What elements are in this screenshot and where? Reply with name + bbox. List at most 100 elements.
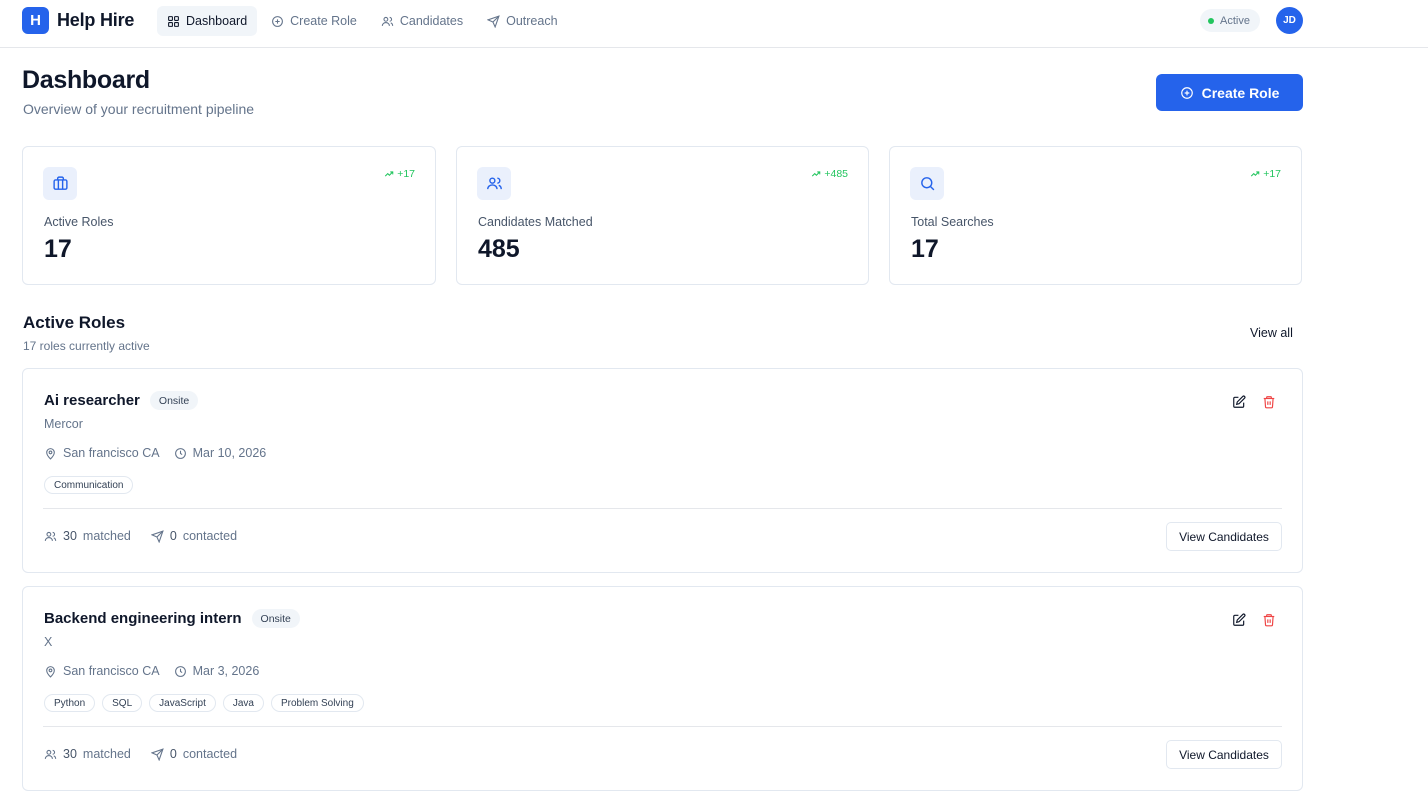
status-badge: Active: [1200, 9, 1260, 32]
avatar[interactable]: JD: [1276, 7, 1303, 34]
users-icon: [381, 15, 394, 28]
stat-card-total-searches: +17 Total Searches 17: [889, 146, 1302, 285]
role-stats: 30 matched 0 contacted: [44, 529, 237, 543]
search-icon: [910, 167, 944, 200]
role-title[interactable]: Ai researcher: [44, 392, 140, 409]
plus-circle-icon: [1180, 86, 1194, 100]
nav-label: Dashboard: [186, 14, 248, 28]
role-meta: San francisco CA Mar 3, 2026: [44, 664, 259, 678]
briefcase-icon: [43, 167, 77, 200]
contacted-label: contacted: [182, 529, 238, 543]
stat-trend-value: +17: [397, 168, 415, 180]
divider: [43, 726, 1282, 727]
stat-trend-value: +485: [824, 168, 848, 180]
role-meta: San francisco CA Mar 10, 2026: [44, 446, 266, 460]
role-card: Backend engineering intern Onsite X San …: [22, 586, 1303, 791]
trash-icon[interactable]: [1262, 395, 1276, 409]
view-candidates-button[interactable]: View Candidates: [1166, 740, 1282, 769]
map-pin-icon: [44, 665, 57, 678]
send-icon: [150, 529, 164, 543]
section-title: Active Roles: [23, 313, 126, 332]
brand-name: Help Hire: [57, 10, 135, 30]
stat-trend: +17: [1250, 168, 1281, 180]
trending-up-icon: [384, 169, 394, 179]
view-candidates-button[interactable]: View Candidates: [1166, 522, 1282, 551]
nav-item-candidates[interactable]: Candidates: [371, 6, 473, 36]
status-label: Active: [1220, 14, 1250, 27]
work-type-badge: Onsite: [149, 391, 199, 410]
nav-item-dashboard[interactable]: Dashboard: [157, 6, 258, 36]
stat-label: Total Searches: [911, 215, 994, 229]
role-stats: 30 matched 0 contacted: [44, 747, 237, 761]
contacted-count: 0 contacted: [150, 747, 238, 761]
role-title[interactable]: Backend engineering intern: [44, 610, 242, 627]
trash-icon[interactable]: [1262, 613, 1276, 627]
users-icon: [477, 167, 511, 200]
stat-card-candidates-matched: +485 Candidates Matched 485: [456, 146, 869, 285]
skill-tag: JavaScript: [149, 694, 216, 712]
stat-value: 485: [478, 235, 520, 263]
role-card: Ai researcher Onsite Mercor San francisc…: [22, 368, 1303, 573]
card-actions: [1232, 395, 1276, 409]
role-location-text: San francisco CA: [63, 446, 160, 460]
stat-trend: +17: [384, 168, 415, 180]
edit-icon[interactable]: [1232, 613, 1246, 627]
role-location: San francisco CA: [44, 446, 160, 460]
top-navbar: H Help Hire Dashboard Create Role Candid…: [0, 0, 1428, 48]
grid-icon: [167, 15, 180, 28]
matched-count: 30 matched: [44, 747, 131, 761]
stat-value: 17: [44, 235, 72, 263]
work-type-badge: Onsite: [251, 609, 300, 628]
skill-tag: Java: [222, 694, 264, 712]
brand[interactable]: H Help Hire: [22, 7, 134, 34]
skill-tag: SQL: [102, 694, 143, 712]
stat-value: 17: [911, 235, 939, 263]
role-title-row: Ai researcher Onsite: [44, 391, 199, 410]
page-subtitle: Overview of your recruitment pipeline: [23, 101, 255, 117]
stat-label: Candidates Matched: [478, 215, 593, 229]
role-title-row: Backend engineering intern Onsite: [44, 609, 300, 628]
map-pin-icon: [44, 447, 57, 460]
view-all-button[interactable]: View all: [1240, 322, 1303, 344]
skill-tag: Python: [44, 694, 96, 712]
users-icon: [44, 530, 57, 543]
stat-card-active-roles: +17 Active Roles 17: [22, 146, 436, 285]
contacted-count: 0 contacted: [150, 529, 238, 543]
trending-up-icon: [811, 169, 821, 179]
skills-list: Communication: [44, 476, 134, 494]
skill-tag: Communication: [44, 476, 134, 494]
status-dot-icon: [1208, 17, 1214, 24]
matched-number: 30: [63, 529, 77, 543]
nav-item-outreach[interactable]: Outreach: [477, 6, 567, 36]
role-date: Mar 10, 2026: [174, 446, 266, 460]
stat-trend-value: +17: [1263, 168, 1281, 180]
clock-icon: [174, 447, 187, 460]
role-company: Mercor: [44, 417, 83, 431]
section-subtitle: 17 roles currently active: [23, 339, 150, 353]
stat-trend: +485: [811, 168, 848, 180]
create-role-label: Create Role: [1201, 84, 1280, 101]
skills-list: Python SQL JavaScript Java Problem Solvi…: [44, 694, 364, 712]
trending-up-icon: [1250, 169, 1260, 179]
matched-label: matched: [82, 529, 131, 543]
contacted-label: contacted: [182, 747, 238, 761]
role-company: X: [44, 635, 53, 649]
role-location-text: San francisco CA: [63, 664, 160, 678]
page-title: Dashboard: [22, 66, 150, 94]
matched-label: matched: [82, 747, 131, 761]
matched-count: 30 matched: [44, 529, 131, 543]
card-actions: [1232, 613, 1276, 627]
nav-item-create-role[interactable]: Create Role: [261, 6, 367, 36]
nav-label: Create Role: [290, 14, 357, 28]
create-role-button[interactable]: Create Role: [1156, 74, 1303, 111]
nav-label: Outreach: [506, 14, 558, 28]
divider: [43, 508, 1282, 509]
matched-number: 30: [63, 747, 77, 761]
role-date: Mar 3, 2026: [174, 664, 259, 678]
brand-logo: H: [22, 7, 49, 34]
role-location: San francisco CA: [44, 664, 160, 678]
contacted-number: 0: [169, 529, 177, 543]
edit-icon[interactable]: [1232, 395, 1246, 409]
contacted-number: 0: [169, 747, 177, 761]
skill-tag: Problem Solving: [270, 694, 364, 712]
